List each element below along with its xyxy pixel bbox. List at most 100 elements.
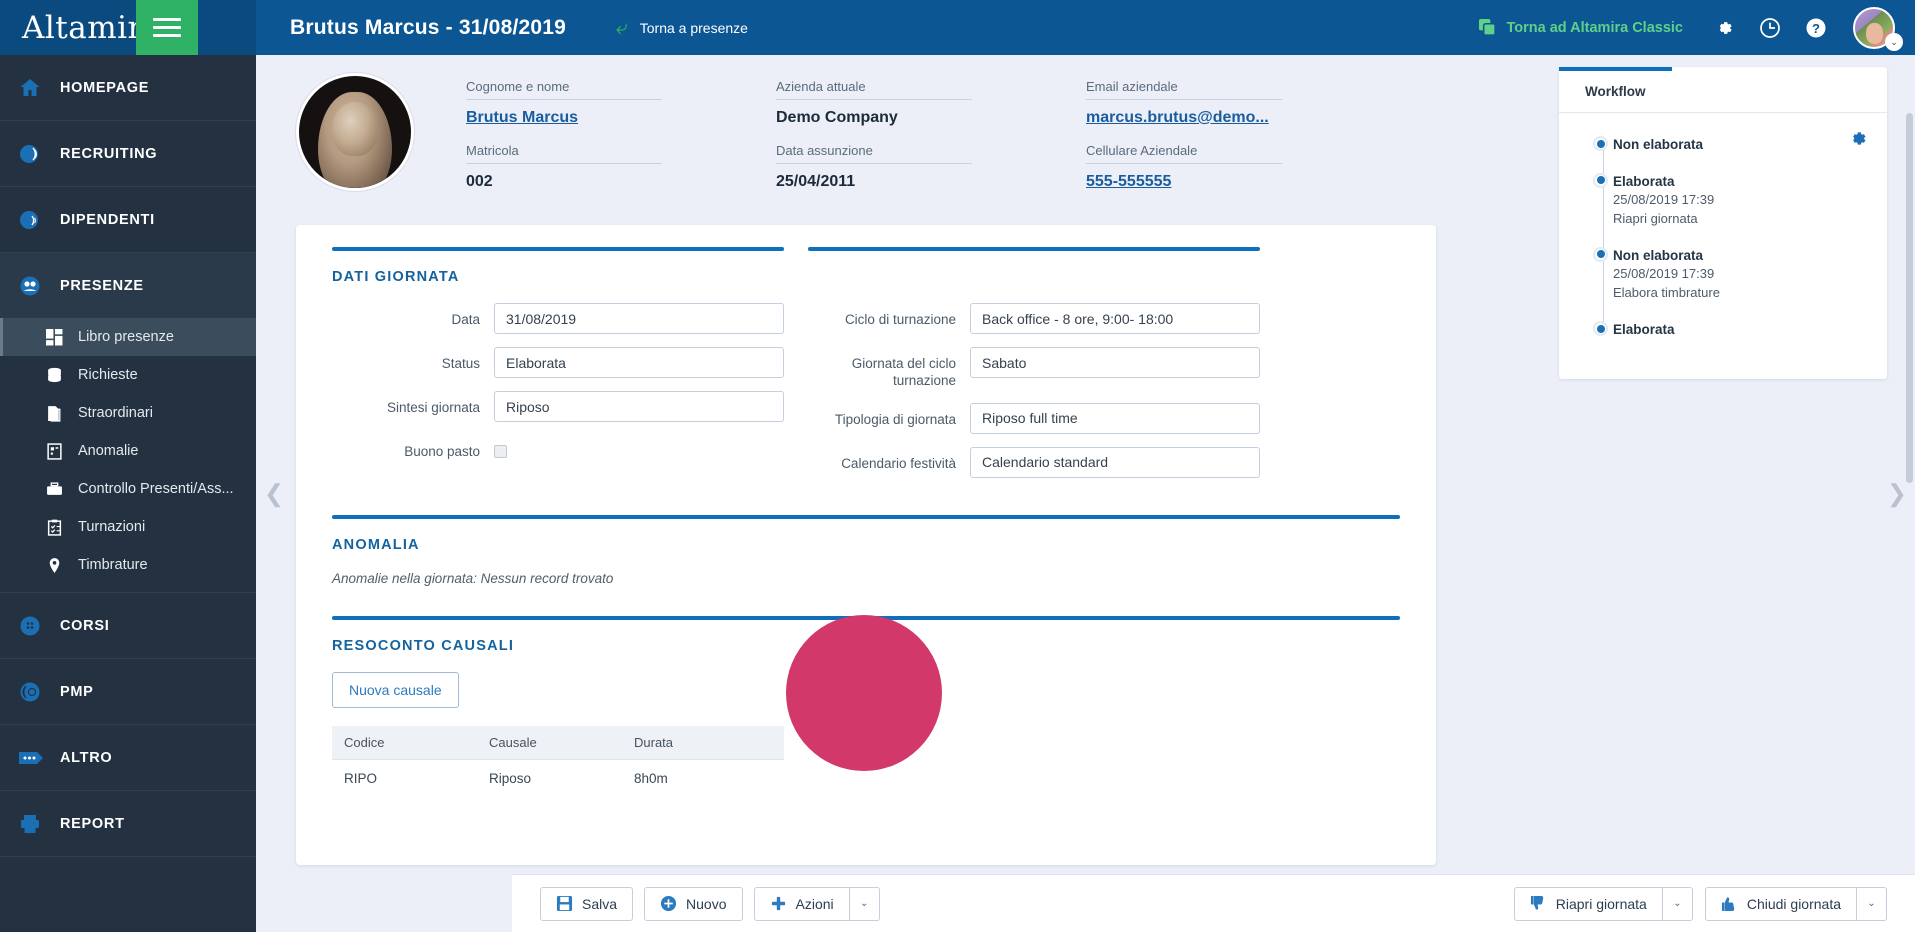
gear-icon[interactable] [1701,0,1747,55]
actions-dropdown-caret[interactable]: ⌄ [849,886,880,921]
more-dots-icon [18,748,60,768]
sidebar-item-libro-presenze[interactable]: Libro presenze [0,318,256,356]
timeline-dot-icon [1593,246,1608,262]
field-label-email-aziendale: Email aziendale [1086,79,1282,100]
workflow-step-3-timestamp: 25/08/2019 17:39 [1613,266,1715,282]
save-button-label: Salva [582,895,618,912]
sidebar-item-altro[interactable]: ALTRO [0,725,256,790]
application-window: Altamira HOMEPAGE RECRUITING DIPENDENTI … [0,0,1915,932]
vertical-scrollbar[interactable] [1906,113,1913,483]
tab-workflow[interactable]: Workflow [1559,67,1672,112]
thumbs-up-icon [1721,895,1738,912]
form-row-tipologia-giornata: Tipologia di giornata Riposo full time [808,402,1260,434]
chevron-down-icon[interactable]: ⌄ [1885,33,1903,51]
brand-header: Altamira [0,0,256,55]
content-area: ❮ ❯ Cognome e nome Brutus Marcus Matrico… [256,55,1915,932]
sidebar-item-richieste[interactable]: Richieste [0,356,256,394]
photo-bust-shape [318,92,392,188]
sidebar-item-dipendenti[interactable]: DIPENDENTI [0,187,256,252]
form-row-status: Status Elaborata [332,347,784,378]
chiudi-giornata-label: Chiudi giornata [1746,895,1841,912]
col-header-durata: Durata [622,725,784,760]
form-label-giornata-ciclo: Giornata del ciclo turnazione [851,356,956,388]
workflow-step-2-action: Riapri giornata [1613,210,1698,226]
user-avatar[interactable]: ⌄ [1847,0,1903,55]
field-data-assunzione: Data assunzione 25/04/2011 [776,143,972,191]
field-cellulare-aziendale: Cellulare Aziendale 555-555555 [1086,143,1282,191]
form-row-buono-pasto: Buono pasto [332,435,784,461]
classic-link-label: Torna ad Altamira Classic [1506,19,1683,36]
sidebar-label-presenze: PRESENZE [60,277,144,294]
decorative-circle [786,615,942,771]
chiudi-giornata-split-button: Chiudi giornata ⌄ [1704,886,1887,921]
page-title: Brutus Marcus - 31/08/2019 [290,15,566,39]
thumbs-down-icon [1530,895,1547,912]
form-input-giornata-ciclo[interactable]: Sabato [970,347,1260,378]
timeline-dot-icon [1593,172,1608,188]
actions-button-label: Azioni [795,895,834,912]
causali-header-row: Codice Causale Durata [332,725,784,760]
field-value-cellulare-aziendale[interactable]: 555-555555 [1086,164,1282,191]
return-to-classic-link[interactable]: Torna ad Altamira Classic [1478,18,1683,37]
sidebar-item-recruiting[interactable]: RECRUITING [0,121,256,186]
dati-giornata-form: Data 31/08/2019 Status Elaborata Sintesi… [332,303,1400,491]
home-icon [18,76,60,100]
sidebar-item-controllo-presenti[interactable]: Controllo Presenti/Ass... [0,470,256,508]
form-input-status[interactable]: Elaborata [494,347,784,378]
save-button[interactable]: Salva [540,886,634,921]
form-row-data: Data 31/08/2019 [332,303,784,334]
workflow-body: Non elaborata Elaborata 25/08/2019 17:39… [1559,113,1887,340]
employees-icon [18,208,60,232]
form-input-data[interactable]: 31/08/2019 [494,303,784,334]
riapri-giornata-caret[interactable]: ⌄ [1662,886,1693,921]
divider-left [332,247,784,251]
nuova-causale-button[interactable]: Nuova causale [332,671,459,708]
form-input-calendario-festivita[interactable]: Calendario standard [970,446,1260,478]
hamburger-menu-icon[interactable] [136,0,198,55]
new-button[interactable]: Nuovo [644,886,743,921]
sidebar-label-pmp: PMP [60,683,94,700]
sidebar-item-corsi[interactable]: CORSI [0,593,256,658]
sidebar-item-report[interactable]: REPORT [0,791,256,856]
form-row-giornata-ciclo: Giornata del ciclo turnazione Sabato [808,347,1260,390]
sidebar-item-homepage[interactable]: HOMEPAGE [0,55,256,120]
form-label-status: Status [441,356,480,371]
cell-durata: 8h0m [634,770,668,786]
sidebar-sublabel-timbrature: Timbrature [78,557,148,573]
actions-button[interactable]: Azioni [753,886,850,921]
riapri-giornata-button[interactable]: Riapri giornata [1513,886,1663,921]
form-checkbox-buono-pasto[interactable] [494,445,507,458]
chiudi-giornata-button[interactable]: Chiudi giornata [1704,886,1857,921]
chiudi-giornata-caret[interactable]: ⌄ [1857,886,1887,921]
causali-table-body: RIPO Riposo 8h0m [332,759,784,797]
sidebar-group-corsi: CORSI [0,593,256,659]
section-title-dati-giornata: DATI GIORNATA [332,269,460,285]
sidebar-item-timbrature[interactable]: Timbrature [0,546,256,584]
sidebar-item-turnazioni[interactable]: Turnazioni [0,508,256,546]
clock-icon[interactable] [1747,0,1793,55]
workflow-step-4: Elaborata [1593,320,1871,340]
field-value-email-aziendale[interactable]: marcus.brutus@demo... [1086,100,1282,127]
sidebar-item-presenze[interactable]: PRESENZE [0,253,256,318]
plus-cross-icon [770,895,787,912]
field-email-aziendale: Email aziendale marcus.brutus@demo... [1086,79,1282,127]
form-column-right: Ciclo di turnazione Back office - 8 ore,… [808,303,1260,491]
form-input-tipologia-giornata[interactable]: Riposo full time [970,402,1260,434]
save-disk-icon [556,895,573,912]
field-value-azienda-attuale: Demo Company [776,109,898,126]
sidebar-item-straordinari[interactable]: Straordinari [0,394,256,432]
anomalia-message: Anomalie nella giornata: Nessun record t… [332,570,614,586]
help-icon[interactable]: ? [1793,0,1839,55]
form-input-ciclo-turnazione[interactable]: Back office - 8 ore, 9:00- 18:00 [970,303,1260,334]
form-input-sintesi-giornata[interactable]: Riposo [494,391,784,422]
sidebar-item-pmp[interactable]: PMP [0,659,256,724]
prev-day-arrow[interactable]: ❮ [264,479,284,508]
table-row[interactable]: RIPO Riposo 8h0m [332,759,784,797]
field-value-matricola: 002 [466,173,493,190]
next-day-arrow[interactable]: ❯ [1887,479,1907,508]
back-to-attendance-link[interactable]: ⤶ Torna a presenze [616,17,748,38]
sidebar-item-anomalie[interactable]: Anomalie [0,432,256,470]
sidebar-nav: HOMEPAGE RECRUITING DIPENDENTI PRESENZE … [0,55,256,857]
field-value-cognome-nome[interactable]: Brutus Marcus [466,100,662,127]
plus-circle-icon [660,895,677,912]
